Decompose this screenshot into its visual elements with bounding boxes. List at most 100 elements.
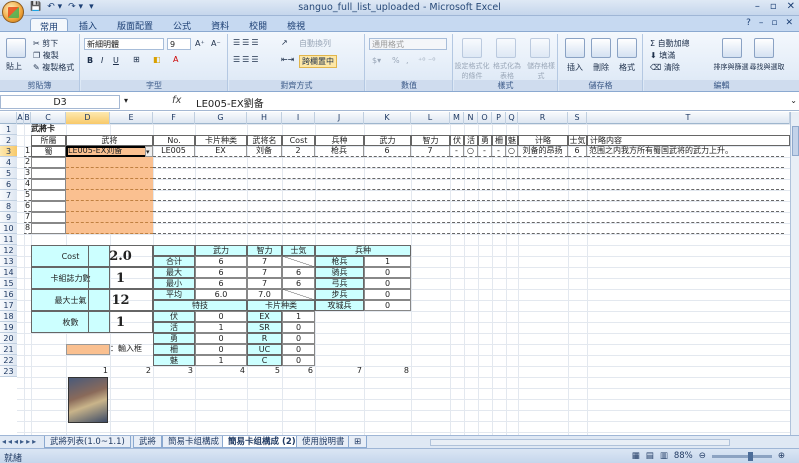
border-icon[interactable]: ⊞ [133,55,140,64]
column-header-g[interactable]: G [195,112,247,124]
row-header-2[interactable]: 2 [0,135,17,146]
belong-cell[interactable] [31,201,66,212]
row-header-14[interactable]: 14 [0,267,17,278]
row-header-17[interactable]: 17 [0,300,17,311]
column-header-n[interactable]: N [464,112,478,124]
shrink-font-button[interactable]: A⁻ [211,39,221,48]
row-header-18[interactable]: 18 [0,311,17,322]
font-size-combo[interactable]: 9 [167,38,191,50]
row-header-6[interactable]: 6 [0,179,17,190]
orientation-icon[interactable]: ↗ [281,38,288,47]
sheet-tab-deck-2[interactable]: 簡易卡组構成 (2) [222,436,302,448]
column-header-s[interactable]: S [568,112,587,124]
tab-view[interactable]: 檢視 [278,18,314,32]
normal-view-icon[interactable]: ▦ [632,451,640,461]
sheet-tab-manual[interactable]: 使用說明書 [296,436,351,448]
zoom-level[interactable]: 88% [674,451,693,461]
row-header-1[interactable]: 1 [0,124,17,135]
workbook-restore-icon[interactable]: ▫ [771,18,777,28]
comma-button[interactable]: , [406,56,409,65]
workbook-minimize-icon[interactable]: – [759,18,764,28]
currency-icon[interactable]: $▾ [372,56,381,65]
font-color-icon[interactable]: A [173,55,178,64]
row-header-13[interactable]: 13 [0,256,17,267]
copy-button[interactable]: ❐ 複製 [33,50,59,61]
column-header-h[interactable]: H [247,112,282,124]
sheet-tab-list[interactable]: 武將列表(1.0~1.1) [44,436,131,448]
decimal-icons[interactable]: ⁺⁰ ⁻⁰ [418,56,435,65]
belong-cell[interactable] [31,157,66,168]
expand-formula-icon[interactable]: ⌄ [790,96,797,105]
tab-data[interactable]: 資料 [202,18,238,32]
row-header-4[interactable]: 4 [0,157,17,168]
row-header-15[interactable]: 15 [0,278,17,289]
percent-button[interactable]: % [392,56,400,65]
tab-page-layout[interactable]: 版面配置 [108,18,162,32]
sheet-tab-deck[interactable]: 簡易卡组構成 [162,436,226,448]
column-header-l[interactable]: L [411,112,450,124]
function-icon[interactable]: fx [172,95,181,106]
belong-cell[interactable] [31,190,66,201]
column-header-j[interactable]: J [315,112,364,124]
workbook-close-icon[interactable]: ✕ [785,18,793,28]
new-sheet-icon[interactable]: ⊞ [348,436,368,448]
page-layout-view-icon[interactable]: ▤ [646,451,654,461]
general-input-cell[interactable] [66,201,153,212]
row-header-3[interactable]: 3 [0,146,17,157]
row-header-20[interactable]: 20 [0,333,17,344]
formula-input[interactable]: LE005-EX劉备 [196,95,264,110]
bold-button[interactable]: B [87,56,93,65]
number-format-combo[interactable]: 通用格式 [369,38,447,50]
conditional-format-button[interactable]: 設定格式化的條件 [454,61,490,81]
fill-button[interactable]: ⬇ 填滿 [650,50,675,61]
column-header-d[interactable]: D [66,112,110,124]
row-header-7[interactable]: 7 [0,190,17,201]
tab-home[interactable]: 常用 [30,18,69,33]
close-icon[interactable]: ✕ [787,1,795,12]
column-header-c[interactable]: C [31,112,66,124]
general-input-cell[interactable] [66,212,153,223]
grow-font-button[interactable]: A⁺ [195,39,205,48]
row-header-21[interactable]: 21 [0,344,17,355]
row-header-22[interactable]: 22 [0,355,17,366]
row-header-12[interactable]: 12 [0,245,17,256]
maximize-icon[interactable]: ▫ [770,1,777,12]
selected-cell-general[interactable]: LE005-EX刘备 [66,146,153,157]
merge-center-button[interactable]: 跨欄置中 [299,55,337,68]
underline-button[interactable]: U [113,56,119,65]
name-box-dropdown-icon[interactable]: ▾ [124,96,128,105]
minimize-icon[interactable]: – [755,1,760,12]
worksheet-grid[interactable]: 武將卡 武将 所屬 No. 卡片种类 武将名 Cost 兵种 武力 智力伏活勇柵魅计略 士気 计略内容… [17,124,790,435]
tab-formulas[interactable]: 公式 [164,18,200,32]
column-header-q[interactable]: Q [506,112,518,124]
page-break-view-icon[interactable]: ▥ [660,451,668,461]
sheet-tab-generals[interactable]: 武將 [133,436,163,448]
row-header-10[interactable]: 10 [0,223,17,234]
row-header-5[interactable]: 5 [0,168,17,179]
horizontal-align-icons[interactable]: ☰☰☰ [233,55,261,64]
help-icon[interactable]: ? [746,18,751,28]
autosum-button[interactable]: Σ 自動加總 [650,38,690,49]
cell-styles-button[interactable]: 儲存格樣式 [524,61,558,81]
format-painter-button[interactable]: ✎ 複製格式 [33,62,74,73]
column-header-b[interactable]: B [24,112,31,124]
fill-color-icon[interactable]: ◧ [153,55,161,64]
dropdown-arrow-icon[interactable]: ▾ [145,146,153,157]
row-header-23[interactable]: 23 [0,366,17,377]
indent-icons[interactable]: ⇤⇥ [281,55,294,64]
sort-filter-button[interactable]: 排序與篩選 [712,62,750,72]
column-header-o[interactable]: O [478,112,492,124]
find-select-button[interactable]: 尋找與選取 [748,62,786,72]
name-box[interactable]: D3 [0,95,120,109]
sheet-nav-icons[interactable]: ◂◂◂▸▸▸ [2,437,38,446]
column-header-p[interactable]: P [492,112,506,124]
tab-insert[interactable]: 插入 [70,18,106,32]
row-header-16[interactable]: 16 [0,289,17,300]
row-header-19[interactable]: 19 [0,322,17,333]
general-input-cell[interactable] [66,223,153,234]
cut-button[interactable]: ✂ 剪下 [33,38,58,49]
tab-review[interactable]: 校閱 [240,18,276,32]
format-button[interactable]: 格式 [619,62,635,73]
scroll-thumb[interactable] [792,126,799,156]
font-name-combo[interactable]: 新細明體 [84,38,164,50]
